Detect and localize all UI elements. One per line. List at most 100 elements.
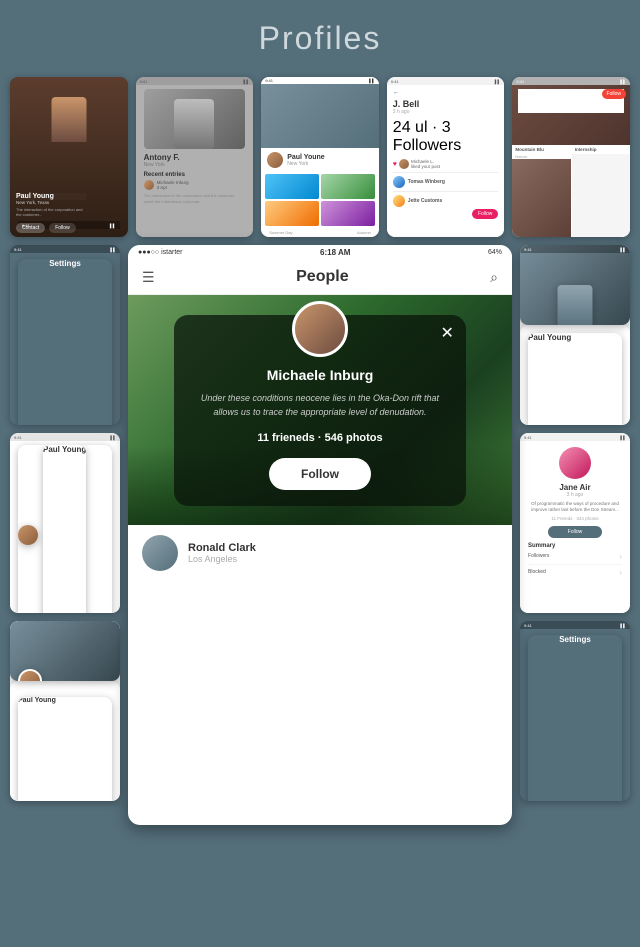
profile-card-designer: 9:41 ▌▌ Design A product designer & phot… <box>512 77 630 237</box>
location-name: Mountain Blu <box>512 145 570 154</box>
contact-button[interactable]: Contact <box>16 223 45 233</box>
friend-name: Tomas Winberg <box>408 179 445 185</box>
photo-label: Autumn <box>353 230 375 235</box>
liker-avatar <box>399 159 409 169</box>
user-title: New York <box>287 161 324 167</box>
status-bar: 9:41 ▌▌ <box>10 245 120 253</box>
cover-image <box>10 621 120 681</box>
jane-profile-card: 9:41 ▌▌ Jane Air 3 h ago Of programmatic… <box>520 433 630 613</box>
user-name: Paul Young <box>43 445 86 613</box>
photo-thumb <box>321 174 375 199</box>
status-bar: 9:41 ▌▌ <box>387 77 505 85</box>
close-button[interactable]: ✕ <box>441 323 454 343</box>
user-subtitle: 3 h ago <box>528 492 622 498</box>
photo-cell: Internship <box>572 145 630 237</box>
liked-row: ♥ Michaele L. liked your post <box>393 159 499 169</box>
profile-card-antony: 9:41 ▌▌ Antony F. New York Recent entrie… <box>136 77 254 237</box>
user-name: Antony F. <box>144 153 246 162</box>
status-bar: 9:41 ▌▌ <box>261 77 379 84</box>
screen-title: People <box>296 268 348 286</box>
status-bar: 9:41 ▌▌ <box>10 433 120 441</box>
photo-grid: Mountain Blu Nature Internship <box>512 145 630 237</box>
paul-stats-card: 9:41 ▌▌ Paul Young 646 Photos 18 <box>10 433 120 613</box>
user-location: New York <box>144 162 246 168</box>
user-avatar <box>559 447 591 479</box>
settings-card-2: 9:41 ▌▌ Settings Mille Onclick New York … <box>520 621 630 801</box>
card-description: The interaction of the corporation and t… <box>144 193 246 204</box>
people-section: ●●●○○ istarter 6:18 AM 64% ☰ People ⌕ ✕ <box>128 245 512 825</box>
user-avatar <box>18 669 42 681</box>
user-name: Paul Young <box>528 333 622 425</box>
menu-icon[interactable]: ☰ <box>142 269 155 286</box>
entry-item: Michaele Inburg 3 Apr <box>144 180 246 190</box>
friend-avatar <box>393 176 405 188</box>
recent-label: Recent entries <box>144 172 246 178</box>
photo-label: Summer Day <box>265 230 296 235</box>
friend-avatar <box>393 195 405 207</box>
blocked-item[interactable]: Blocked › <box>528 565 622 580</box>
modal-description: Under these conditions neocene lies in t… <box>190 391 450 420</box>
modal-name: Michaele Inburg <box>190 367 450 383</box>
status-bar: 9:41 ▌▌ <box>512 77 630 85</box>
blocked-label: Blocked <box>528 569 546 575</box>
user-title: New York, Texas <box>16 200 86 205</box>
timestamp: 3 h ago <box>393 109 499 115</box>
chevron-right-icon: › <box>619 552 622 561</box>
profile-card-jbell: 9:41 ▌▌ ← J. Bell 3 h ago 24 ul · 3 Foll… <box>387 77 505 237</box>
app-header: ☰ People ⌕ <box>128 260 512 295</box>
search-icon[interactable]: ⌕ <box>490 269 498 286</box>
cover-photo <box>261 84 379 148</box>
cover-section: Design A product designer & photographer… <box>512 85 630 145</box>
user-name: Paul Youne <box>287 154 324 161</box>
photo-thumb <box>265 174 319 199</box>
follow-button[interactable]: Follow <box>49 223 75 233</box>
profile-strip: Paul Youne New York <box>261 148 379 172</box>
photo-thumb <box>265 201 319 226</box>
follow-button[interactable]: Follow <box>548 526 602 538</box>
user-name: Paul Young <box>16 193 86 200</box>
user-name: J. Bell <box>393 99 499 109</box>
paul-profile-card: 9:41 ▌▌ Paul Young New York, Texas The i… <box>520 245 630 425</box>
entry-date: 3 Apr <box>157 185 189 190</box>
person-image <box>174 99 214 149</box>
paul-photos-card: Paul Young 646 Photos 18 Friends 482 Lik <box>10 621 120 801</box>
follow-button[interactable]: Follow <box>472 209 498 219</box>
back-button[interactable]: ← <box>393 89 499 96</box>
person-avatar <box>142 535 178 571</box>
status-bar: 9:41 ▌▌ <box>520 433 630 441</box>
photo-cell: Mountain Blu Nature <box>512 145 570 237</box>
person-name: Ronald Clark <box>188 542 256 554</box>
profile-modal: ✕ Michaele Inburg Under these conditions… <box>174 315 466 506</box>
entry-avatar <box>144 180 154 190</box>
settings-title: Settings <box>18 259 112 425</box>
person-location: Los Angeles <box>188 554 256 564</box>
avatar <box>51 97 86 142</box>
friend-item: Tomas Winberg <box>393 176 499 188</box>
page-title: Profiles <box>259 20 382 57</box>
user-avatar <box>18 525 38 545</box>
followers-label: Followers <box>528 553 549 559</box>
location-sub: Nature <box>512 154 570 159</box>
liked-action: liked your post <box>411 164 440 169</box>
user-desc: The interaction of the corporation and t… <box>16 207 86 217</box>
chevron-right-icon: › <box>619 568 622 577</box>
profile-top: Paul Young <box>18 445 112 613</box>
user-description: Of programmatic the ways of procedure an… <box>528 501 622 514</box>
people-card: ●●●○○ istarter 6:18 AM 64% ☰ People ⌕ ✕ <box>128 245 512 825</box>
friend-name: Jette Customs <box>408 198 442 204</box>
settings-card: 9:41 ▌▌ Settings Username Mille Onclick … <box>10 245 120 425</box>
cover-image <box>144 89 246 149</box>
user-name: Jane Air <box>528 483 622 492</box>
follow-button[interactable]: Follow <box>602 89 626 99</box>
follow-button[interactable]: Follow <box>269 458 371 490</box>
status-bar: 9:41 ▌▌ <box>136 77 254 85</box>
modal-stats: 11 frieneds · 546 photos <box>190 432 450 444</box>
user-stats: 11 Friends · 344 photos <box>528 516 622 521</box>
user-stats: 24 ul · 3 Followers <box>393 119 499 155</box>
profile-card-paul-dark: 9:41 ▌▌ Paul Young New York, Texas The i… <box>10 77 128 237</box>
background-image: ✕ Michaele Inburg Under these conditions… <box>128 295 512 525</box>
friend-item: Jette Customs <box>393 195 499 207</box>
cover-image: 9:41 ▌▌ <box>520 245 630 325</box>
modal-avatar <box>292 301 348 357</box>
followers-item[interactable]: Followers › <box>528 549 622 565</box>
